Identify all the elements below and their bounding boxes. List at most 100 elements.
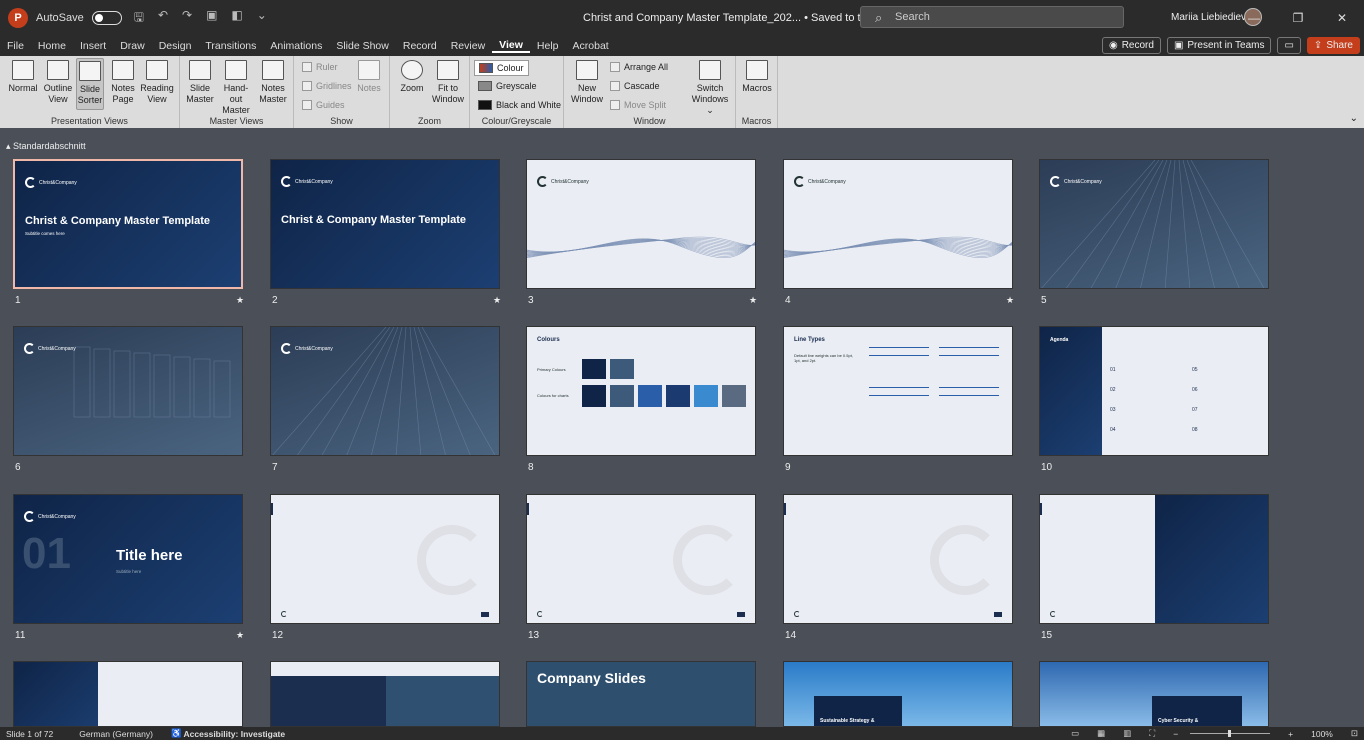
chart-colour-swatch [610, 385, 634, 407]
slide-title: Title here [116, 547, 183, 564]
slide-title: Christ & Company Master Template [281, 214, 467, 226]
slide-number: 1 [15, 295, 21, 306]
slide-number: 14 [785, 630, 797, 641]
slide-footer [1050, 611, 1056, 617]
normal-view-status-icon[interactable]: ▭ [1071, 728, 1079, 739]
company-logo: Christ&Company [537, 176, 589, 187]
fit-slide-icon[interactable]: ⊡ [1351, 728, 1358, 739]
title-accent [271, 503, 273, 515]
logo-mark-icon [281, 343, 292, 354]
agenda-item: 06 [1192, 387, 1198, 393]
section-number: 01 [22, 529, 71, 578]
page-number-box [481, 612, 489, 617]
slide-number: 12 [272, 630, 284, 641]
slide-number: 4 [785, 295, 791, 306]
status-right: ▭ ▦ ▥ ⛶ − + 100% ⊡ [1065, 727, 1358, 740]
slide-title: Cyber Security & [1158, 718, 1199, 724]
slide-thumbnail[interactable] [270, 661, 500, 727]
footer-logo-icon [281, 611, 287, 617]
slide-subtitle: Subtitle here [116, 569, 142, 574]
watermark-logo-icon [930, 525, 1000, 595]
slide-thumbnail[interactable]: Company Slides [526, 661, 756, 727]
slide-thumbnail[interactable] [1039, 494, 1269, 624]
zoom-out-icon[interactable]: − [1173, 729, 1178, 739]
dark-panel [271, 676, 386, 726]
slide-thumbnail[interactable] [526, 494, 756, 624]
slide-footer [281, 611, 287, 617]
logo-mark-icon [25, 177, 36, 188]
slide-title: Company Slides [537, 670, 646, 686]
company-logo: Christ&Company [794, 176, 846, 187]
language-status[interactable]: German (Germany) [79, 729, 153, 739]
chart-colour-swatch [694, 385, 718, 407]
logo-mark-icon [24, 343, 35, 354]
title-accent [784, 503, 786, 515]
slide-thumbnail[interactable]: Christ&Company [526, 159, 756, 289]
slideshow-status-icon[interactable]: ⛶ [1149, 728, 1155, 739]
footer-logo-icon [1050, 611, 1056, 617]
accessibility-status[interactable]: Accessibility: Investigate [184, 729, 286, 739]
slide-title: Line Types [794, 337, 825, 343]
slide-thumbnail[interactable]: Agenda 01 02 03 04 05 06 07 08 [1039, 326, 1269, 456]
line-sample [939, 395, 999, 396]
animation-star-icon: ★ [493, 295, 502, 305]
company-logo: Christ&Company [281, 343, 333, 354]
slide-title: Agenda [1050, 337, 1069, 343]
chart-colour-swatch [638, 385, 662, 407]
slide-thumbnail[interactable]: Christ&Company [1039, 159, 1269, 289]
zoom-level[interactable]: 100% [1311, 729, 1333, 739]
footer-logo-icon [537, 611, 543, 617]
company-logo: Christ&Company [24, 511, 76, 522]
slide-thumbnail[interactable] [13, 661, 243, 727]
slide-thumbnail[interactable]: Christ&Company Christ & Company Master Te… [270, 159, 500, 289]
slide-number: 8 [528, 462, 534, 473]
logo-mark-icon [794, 176, 805, 187]
slide-thumbnail[interactable] [270, 494, 500, 624]
slide-thumbnail[interactable]: Sustainable Strategy & [783, 661, 1013, 727]
line-sample [869, 395, 929, 396]
animation-star-icon: ★ [749, 295, 758, 305]
slide-number: 15 [1041, 630, 1053, 641]
reading-view-status-icon[interactable]: ▥ [1123, 728, 1131, 739]
slide-thumbnail[interactable]: Colours Primary Colours Colours for charts [526, 326, 756, 456]
dark-panel [1155, 495, 1268, 623]
line-sample [939, 387, 999, 388]
slide-number: 11 [15, 630, 26, 641]
watermark-logo-icon [417, 525, 487, 595]
slide-sorter-grid: Christ&Company Christ & Company Master Te… [0, 0, 1364, 740]
slide-number: 6 [15, 462, 21, 473]
slide-thumbnail[interactable] [783, 494, 1013, 624]
slide-thumbnail[interactable]: Christ&Company [783, 159, 1013, 289]
zoom-slider[interactable] [1190, 730, 1271, 737]
status-bar: Slide 1 of 72 German (Germany) ♿ Accessi… [0, 727, 1364, 740]
slide-title: Sustainable Strategy & [820, 718, 875, 724]
animation-star-icon: ★ [1006, 295, 1015, 305]
colour-swatch [582, 359, 606, 379]
slide-label: Colours for charts [537, 393, 569, 398]
logo-mark-icon [281, 176, 292, 187]
slide-thumbnail[interactable]: Christ&Company [13, 326, 243, 456]
slide-footer [794, 611, 800, 617]
slide-title: Colours [537, 337, 560, 343]
slide-thumbnail[interactable]: Cyber Security & [1039, 661, 1269, 727]
slide-thumbnail[interactable]: Line Types Default line weights can be 0.… [783, 326, 1013, 456]
slide-label: Primary Colours [537, 367, 566, 372]
slide-number: 7 [272, 462, 278, 473]
slide-title: Christ & Company Master Template [25, 215, 211, 227]
logo-mark-icon [1050, 176, 1061, 187]
company-logo: Christ&Company [1050, 176, 1102, 187]
zoom-in-icon[interactable]: + [1288, 729, 1293, 739]
slide-thumbnail[interactable]: Christ&Company [270, 326, 500, 456]
slide-thumbnail[interactable]: Christ&Company Christ & Company Master Te… [13, 159, 243, 289]
slide-number: 13 [528, 630, 540, 641]
slide-thumbnail[interactable]: Christ&Company 01 Title here Subtitle here [13, 494, 243, 624]
company-logo: Christ&Company [25, 177, 77, 188]
colour-swatch [610, 359, 634, 379]
slide-count: Slide 1 of 72 [6, 728, 54, 739]
slide-sorter-status-icon[interactable]: ▦ [1097, 728, 1105, 739]
logo-mark-icon [537, 176, 548, 187]
agenda-item: 05 [1192, 367, 1198, 373]
slide-number: 2 [272, 295, 278, 306]
chart-colour-swatch [582, 385, 606, 407]
line-sample [869, 355, 929, 356]
